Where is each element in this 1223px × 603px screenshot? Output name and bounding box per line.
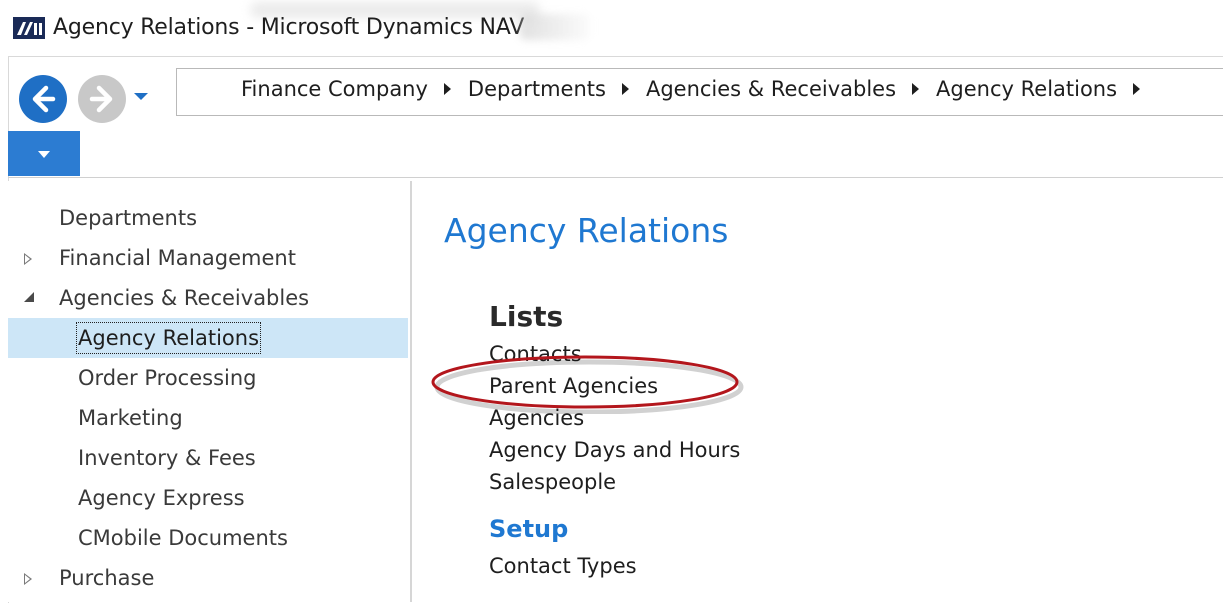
expand-arrow-icon[interactable] [24,573,33,585]
sidebar-item-label: Departments [59,206,198,230]
breadcrumb-arrow-icon[interactable] [443,83,451,95]
sidebar-item-agencies-receivables[interactable]: Agencies & Receivables [8,278,408,318]
link-contacts[interactable]: Contacts [489,341,582,367]
link-parent-agencies[interactable]: Parent Agencies [489,373,658,399]
breadcrumb-arrow-icon[interactable] [912,83,920,95]
sidebar-item-label: Order Processing [78,366,257,390]
title-bar: Agency Relations - Microsoft Dynamics NA… [0,0,1223,56]
forward-button[interactable] [78,75,126,123]
collapse-arrow-icon[interactable] [24,292,34,302]
blurred-region [520,14,590,40]
section-heading-lists: Lists [489,300,564,333]
sidebar-item-label: Marketing [78,406,183,430]
breadcrumb-item-agencies-receivables[interactable]: Agencies & Receivables [646,77,896,101]
sidebar-item-cmobile-documents[interactable]: CMobile Documents [8,518,408,558]
divider [8,177,1223,178]
sidebar-item-label: Inventory & Fees [78,446,256,470]
dynamics-logo-icon [13,17,45,39]
triangle-down-icon [38,151,50,158]
arrow-left-icon [32,85,56,113]
sidebar-item-label: Agency Relations [74,320,263,356]
breadcrumb-arrow-icon[interactable] [1133,83,1141,95]
arrow-right-icon [89,85,113,113]
history-dropdown-button[interactable] [129,87,153,107]
link-agency-days-and-hours[interactable]: Agency Days and Hours [489,437,740,463]
link-contact-types[interactable]: Contact Types [489,553,637,579]
sidebar-item-label: CMobile Documents [78,526,288,550]
sidebar-item-label: Agencies & Receivables [59,286,310,310]
chevron-down-icon [134,93,148,100]
expand-arrow-icon[interactable] [24,253,33,265]
sidebar-item-inventory-fees[interactable]: Inventory & Fees [8,438,408,478]
breadcrumb-arrow-icon[interactable] [621,83,629,95]
sidebar-item-marketing[interactable]: Marketing [8,398,408,438]
breadcrumb-item-finance-company[interactable]: Finance Company [241,77,428,101]
sidebar-item-purchase[interactable]: Purchase [8,558,408,598]
pane-splitter[interactable] [410,181,412,602]
window-title: Agency Relations - Microsoft Dynamics NA… [53,15,525,40]
breadcrumb-item-departments[interactable]: Departments [468,77,606,101]
address-bar[interactable]: Finance Company Departments Agencies & R… [176,68,1223,116]
sidebar-item-label: Purchase [59,566,155,590]
sidebar-item-order-processing[interactable]: Order Processing [8,358,408,398]
sidebar-item-departments[interactable]: Departments [8,198,408,238]
page-title: Agency Relations [444,211,729,250]
sidebar-item-financial-management[interactable]: Financial Management [8,238,408,278]
back-button[interactable] [19,75,67,123]
section-heading-setup: Setup [489,515,569,543]
link-salespeople[interactable]: Salespeople [489,469,616,495]
sidebar-item-label: Financial Management [59,246,296,270]
sidebar-item-label: Agency Express [78,486,245,510]
breadcrumb: Finance Company Departments Agencies & R… [241,77,1157,101]
breadcrumb-item-agency-relations[interactable]: Agency Relations [936,77,1117,101]
sidebar-item-agency-relations[interactable]: Agency Relations [8,318,408,358]
navigation-pane: Departments Financial Management Agencie… [8,181,410,602]
sidebar-item-agency-express[interactable]: Agency Express [8,478,408,518]
link-agencies[interactable]: Agencies [489,405,584,431]
ribbon-toggle-button[interactable] [8,131,80,176]
